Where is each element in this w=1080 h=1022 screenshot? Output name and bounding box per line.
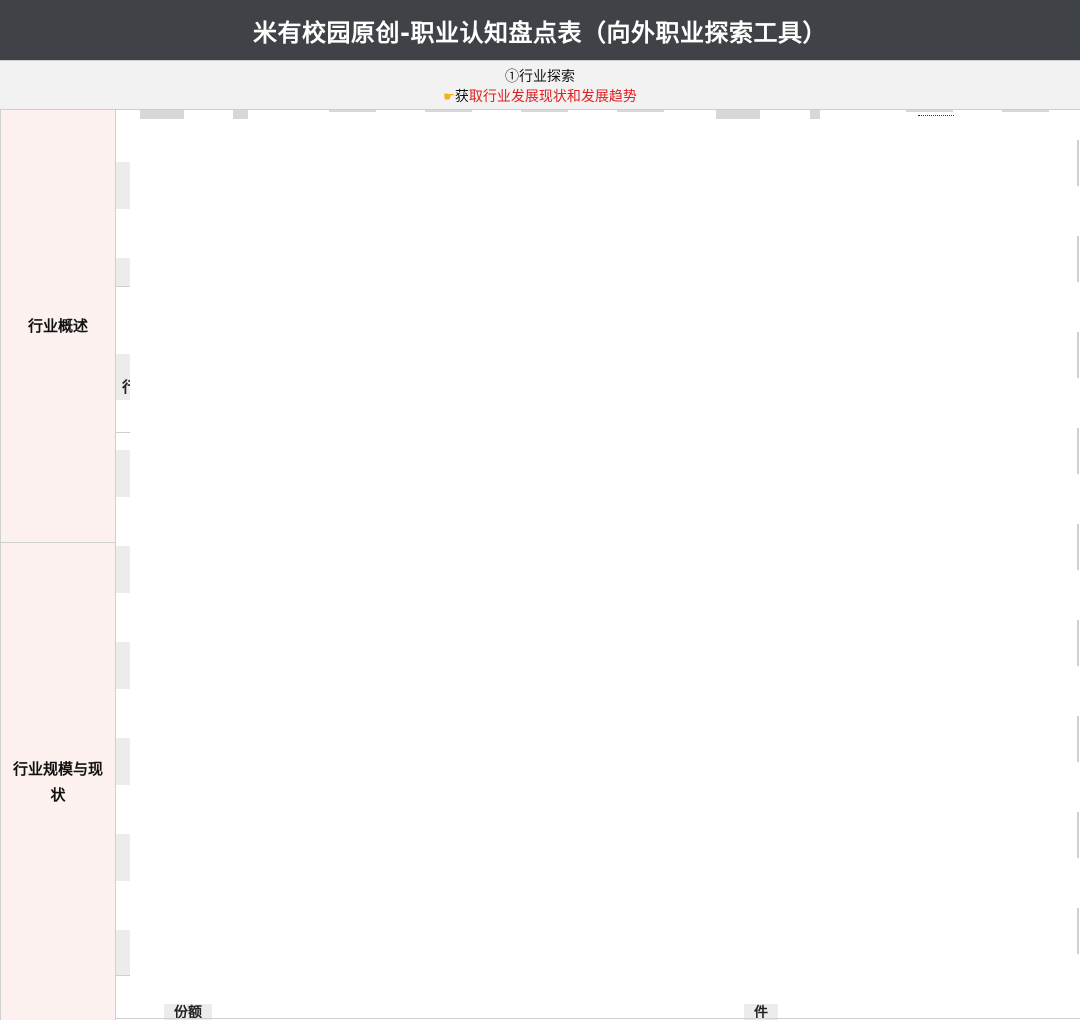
- right-border-fragment: [1077, 620, 1079, 666]
- pointing-hand-icon: ☛: [443, 90, 455, 105]
- category-industry-overview[interactable]: 行业概述: [1, 110, 115, 543]
- hint-red-text: 取行业发展现状和发展趋势: [468, 89, 637, 105]
- table-bottom-border: [116, 1018, 1080, 1019]
- right-border-fragment: [1077, 428, 1079, 474]
- hint-prefix: 获: [454, 89, 469, 105]
- row-divider: [116, 975, 130, 976]
- category-industry-scale[interactable]: 行业规模与现状: [1, 543, 115, 1020]
- partial-cell-text: 行: [122, 378, 130, 396]
- cell-fragment: [116, 162, 130, 209]
- grid-fragment: [140, 110, 184, 119]
- cell-fragment: [116, 930, 130, 975]
- scribble-mark: [918, 115, 954, 120]
- right-border-fragment: [1077, 908, 1079, 954]
- row-divider: [116, 286, 130, 287]
- section-header: ①行业探索 ☛获取行业发展现状和发展趋势: [0, 60, 1080, 110]
- section-heading: ①行业探索: [505, 69, 575, 85]
- grid-fragment: [617, 110, 664, 112]
- cell-fragment: [116, 546, 130, 593]
- right-border-fragment: [1077, 332, 1079, 378]
- grid-fragment: [233, 110, 248, 119]
- grid-fragment: [810, 110, 820, 119]
- right-border-fragment: [1077, 236, 1079, 282]
- cell-fragment: [116, 642, 130, 689]
- right-border-fragment: [1077, 716, 1079, 762]
- grid-fragment: [521, 110, 568, 112]
- category-column: 行业概述 行业规模与现状: [0, 110, 116, 1020]
- right-border-fragment: [1077, 524, 1079, 570]
- right-border-fragment: [1077, 140, 1079, 186]
- cell-fragment: [116, 354, 130, 366]
- grid-fragment: [1002, 110, 1049, 112]
- cell-fragment: [116, 738, 130, 785]
- grid-fragment: [906, 110, 953, 112]
- content-area[interactable]: [116, 110, 1080, 1020]
- grid-fragment: [716, 110, 760, 119]
- sheet-title: 米有校园原创-职业认知盘点表（向外职业探索工具）: [0, 0, 1080, 60]
- grid-fragment: [425, 110, 472, 112]
- cell-fragment: [116, 834, 130, 881]
- cell-fragment: [116, 258, 130, 286]
- cell-fragment: [116, 450, 130, 497]
- grid-fragment: [329, 110, 376, 112]
- right-border-fragment: [1077, 812, 1079, 858]
- row-divider: [116, 432, 130, 433]
- section-hint: ☛获取行业发展现状和发展趋势: [0, 87, 1080, 107]
